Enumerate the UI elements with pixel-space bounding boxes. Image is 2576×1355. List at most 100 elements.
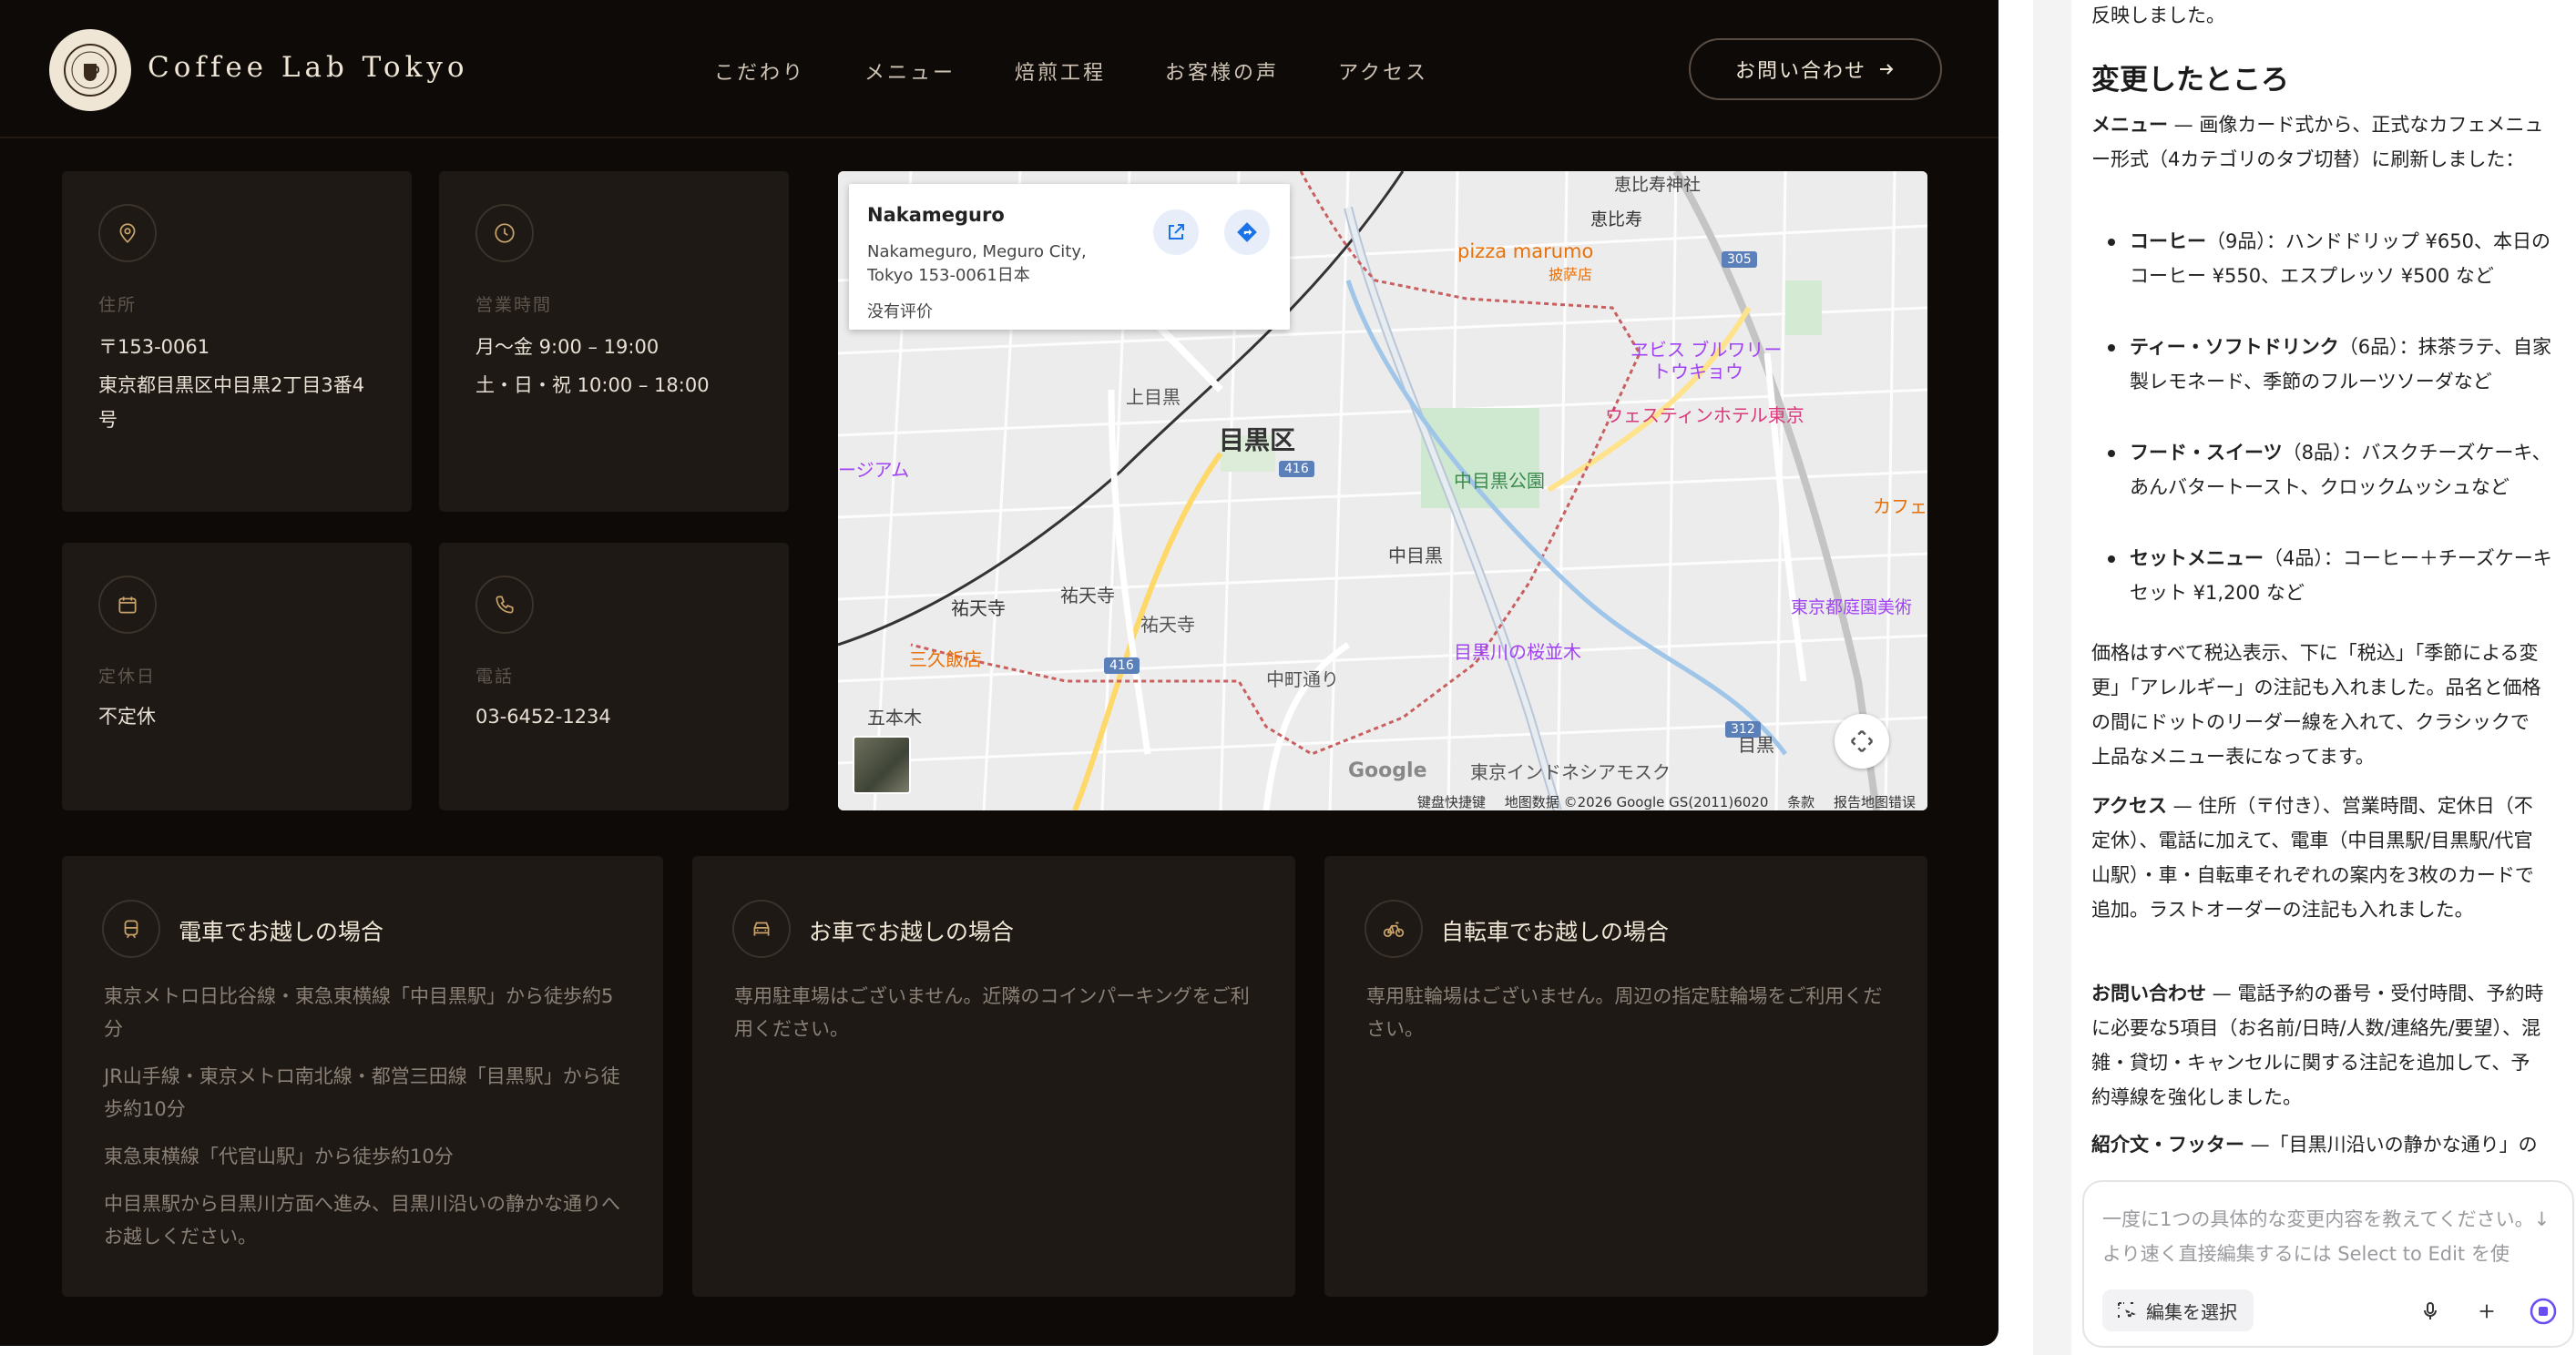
phone-label: 電話 [475, 667, 515, 687]
address-line: 東京都目黒区中目黒2丁目3番4 [98, 374, 365, 396]
map-popup-address: Nakameguro, Meguro City, Tokyo 153-0061日… [867, 240, 1140, 288]
chat-input-placeholder[interactable]: 一度に1つの具体的な変更内容を教えてください。↓ より速く直接編集するには Se… [2102, 1202, 2558, 1271]
address-line-2: 号 [98, 409, 118, 431]
map-label-westin[interactable]: ウェスティンホテル東京 [1605, 401, 1804, 427]
map-label-park[interactable]: 中目黒公園 [1454, 466, 1545, 493]
menu-bullet-coffee: コーヒー（9品）：ハンドドリップ ¥650、本日のコーヒー ¥550、エスプレッ… [2130, 224, 2558, 293]
select-to-edit-button[interactable]: 編集を選択 [2102, 1289, 2254, 1331]
car-access-title: お車でお越しの場合 [809, 919, 1015, 945]
access-change-bold: アクセス [2091, 795, 2167, 817]
changes-heading: 変更したところ [2091, 64, 2289, 97]
coffee-lab-emblem-icon [64, 44, 117, 97]
train-access-card: 電車でお越しの場合 東京メトロ日比谷線・東急東横線「中目黒駅」から徒歩約5分 J… [62, 856, 663, 1297]
contact-button-label: お問い合わせ [1734, 60, 1866, 83]
hours-label: 営業時間 [475, 295, 553, 315]
map-label-ebisu-garden-2: トウキョウ [1652, 361, 1743, 382]
nav-item-roasting[interactable]: 焙煎工程 [1015, 56, 1106, 86]
contact-change-bold: お問い合わせ [2091, 983, 2206, 1004]
intro-change-text: —「目黒川沿いの静かな通り」の [2244, 1134, 2538, 1156]
map-label-kamimeguro[interactable]: 上目黒 [1126, 382, 1181, 409]
map-label-yutenji-1[interactable]: 祐天寺 [1060, 581, 1115, 607]
bicycle-icon [1365, 900, 1423, 958]
map-label-nakacho: 中町通り [1266, 668, 1339, 690]
google-map[interactable]: Nakameguro Nakameguro, Meguro City, Toky… [838, 171, 1927, 810]
nav-item-access[interactable]: アクセス [1338, 56, 1428, 86]
map-popup-title: Nakameguro [867, 204, 1005, 226]
nav-item-kodawari[interactable]: こだわり [714, 56, 805, 86]
bullet-bold: フード・スイーツ [2130, 442, 2283, 464]
satellite-toggle-button[interactable] [853, 736, 911, 794]
chat-input-box[interactable]: 一度に1つの具体的な変更内容を教えてください。↓ より速く直接編集するには Se… [2082, 1180, 2574, 1348]
directions-button[interactable] [1224, 209, 1270, 255]
closed-days-value: 不定休 [98, 706, 156, 728]
logo[interactable] [49, 29, 131, 111]
intro-change-bold: 紹介文・フッター [2091, 1134, 2244, 1156]
map-label-museum[interactable]: ージアム [838, 455, 909, 482]
map-label-ebisu-shrine[interactable]: 恵比寿神社 [1614, 171, 1701, 196]
train-access-line-3: 東急東横線「代官山駅」から徒歩約10分 [104, 1146, 454, 1167]
menu-bullet-food: フード・スイーツ（8品）：バスクチーズケーキ、あんバタートースト、クロックムッシ… [2130, 435, 2558, 504]
route-sign-416-a: 416 [1279, 461, 1314, 477]
map-label-teien[interactable]: 東京都庭園美術 [1791, 594, 1912, 618]
train-access-line-1: 東京メトロ日比谷線・東急東横線「中目黒駅」から徒歩約5分 [104, 985, 614, 1040]
bicycle-access-line-1: 専用駐輪場はございません。周辺の指定駐輪場をご利用ください。 [1366, 985, 1883, 1040]
bicycle-access-title: 自転車でお越しの場合 [1441, 919, 1670, 945]
car-icon [732, 900, 791, 958]
map-label-yutenji-temple[interactable]: 祐天寺 [1140, 610, 1195, 637]
microphone-icon[interactable] [2414, 1295, 2447, 1328]
terms-link[interactable]: 条款 [1787, 794, 1814, 810]
map-popup-address-line-1: Nakameguro, Meguro City, [867, 242, 1087, 261]
phone-card: 電話 03-6452-1234 [439, 543, 789, 810]
bicycle-access-card: 自転車でお越しの場合 専用駐輪場はございません。周辺の指定駐輪場をご利用ください… [1324, 856, 1927, 1297]
hours-card: 営業時間 月〜金 9:00 – 19:00 土・日・祝 10:00 – 18:0… [439, 171, 789, 512]
bullet-bold: ティー・ソフトドリンク [2130, 336, 2339, 358]
arrow-right-icon [1880, 64, 1894, 75]
car-access-card: お車でお越しの場合 専用駐車場はございません。近隣のコインパーキングをご利用くだ… [692, 856, 1295, 1297]
map-label-meguro-ku[interactable]: 目黒区 [1219, 421, 1295, 457]
route-sign-305: 305 [1722, 251, 1757, 268]
nav-item-voice[interactable]: お客様の声 [1165, 56, 1279, 86]
menu-bullet-set: セットメニュー（4品）：コーヒー＋チーズケーキセット ¥1,200 など [2130, 541, 2558, 610]
closed-days-label: 定休日 [98, 667, 157, 687]
map-popup-rating: 没有评价 [867, 302, 933, 321]
map-pin-icon [98, 204, 157, 262]
map-label-pizza[interactable]: pizza marumo [1457, 240, 1593, 262]
postal-code: 〒153-0061 [98, 336, 210, 358]
phone-number[interactable]: 03-6452-1234 [475, 698, 611, 736]
hours-weekday: 月〜金 9:00 – 19:00 [475, 336, 659, 358]
car-access-line-1: 専用駐車場はございません。近隣のコインパーキングをご利用ください。 [734, 985, 1250, 1040]
add-icon[interactable] [2470, 1295, 2503, 1328]
main-nav: こだわり メニュー 焙煎工程 お客様の声 アクセス [714, 56, 1428, 86]
fullscreen-icon [1850, 729, 1874, 753]
map-label-yutenji-station[interactable]: 祐天寺 [951, 594, 1006, 620]
closed-days-card: 定休日 不定休 [62, 543, 412, 810]
menu-bullet-tea: ティー・ソフトドリンク（6品）：抹茶ラテ、自家製レモネード、季節のフルーツソーダ… [2130, 330, 2558, 399]
open-in-maps-button[interactable] [1153, 209, 1199, 255]
map-label-gohongi[interactable]: 五本木 [867, 703, 922, 729]
calendar-icon [98, 576, 157, 634]
chat-panel: 反映しました。 変更したところ メニュー — 画像カード式から、正式なカフェメニ… [2033, 0, 2576, 1355]
map-label-sankyu[interactable]: 三久飯店 [909, 645, 982, 671]
map-label-mosque[interactable]: 東京インドネシアモスク [1470, 758, 1671, 784]
fullscreen-button[interactable] [1835, 714, 1889, 769]
brand-name[interactable]: Coffee Lab Tokyo [148, 51, 469, 84]
address-card: 住所 〒153-0061 東京都目黒区中目黒2丁目3番4 号 [62, 171, 412, 512]
intro-change-paragraph: 紹介文・フッター —「目黒川沿いの静かな通り」の [2091, 1127, 2547, 1158]
report-error-link[interactable]: 报告地图错误 [1834, 794, 1916, 810]
website-preview: Coffee Lab Tokyo こだわり メニュー 焙煎工程 お客様の声 アク… [0, 0, 1998, 1346]
menu-change-bold: メニュー [2091, 114, 2168, 136]
menu-change-paragraph: メニュー — 画像カード式から、正式なカフェメニュー形式（4カテゴリのタブ切替）… [2091, 107, 2547, 177]
nav-item-menu[interactable]: メニュー [864, 56, 956, 86]
map-label-nakameguro[interactable]: 中目黒 [1388, 541, 1443, 567]
map-popup-address-line-2: Tokyo 153-0061日本 [867, 266, 1030, 285]
map-label-sakura[interactable]: 目黒川の桜並木 [1454, 637, 1581, 664]
contact-button[interactable]: お問い合わせ [1689, 38, 1942, 100]
map-label-ebisu[interactable]: 恵比寿 [1590, 206, 1642, 230]
map-label-cafe[interactable]: カフェ [1873, 492, 1927, 518]
select-to-edit-label: 編集を選択 [2146, 1300, 2237, 1323]
train-access-line-2: JR山手線・東京メトロ南北線・都営三田線「目黒駅」から徒歩約10分 [104, 1065, 620, 1120]
map-data-credit: 地图数据 ©2026 Google GS(2011)6020 [1504, 794, 1769, 810]
keyboard-shortcuts-link[interactable]: 键盘快捷键 [1417, 794, 1486, 810]
stop-generation-icon[interactable] [2527, 1295, 2560, 1328]
chat-message-area: 反映しました。 変更したところ メニュー — 画像カード式から、正式なカフェメニ… [2071, 0, 2576, 1355]
